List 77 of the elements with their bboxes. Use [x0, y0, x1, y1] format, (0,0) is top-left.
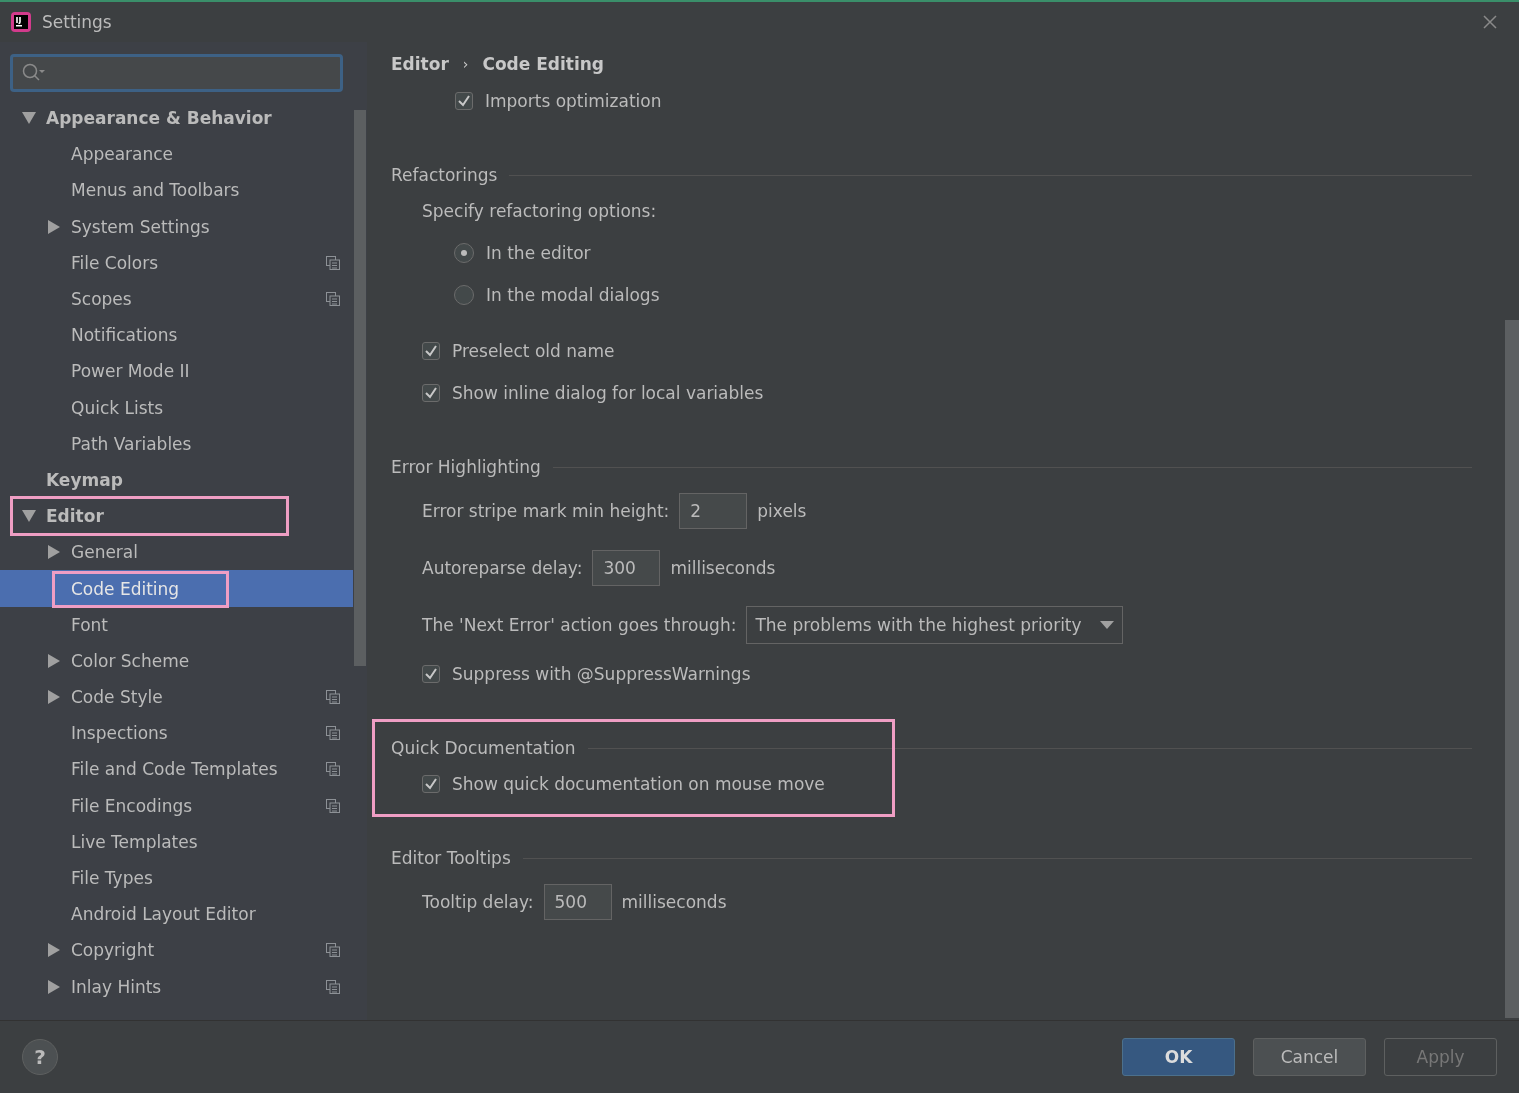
help-button[interactable]: ? — [22, 1039, 58, 1075]
tree-item[interactable]: Menus and Toolbars — [0, 172, 353, 209]
tree-item[interactable]: Android Layout Editor — [0, 896, 353, 933]
checkbox[interactable] — [422, 384, 440, 402]
expanded-arrow-icon[interactable] — [22, 509, 36, 524]
checkbox-label: Imports optimization — [485, 91, 662, 111]
dialog-button[interactable]: OK — [1122, 1038, 1235, 1076]
section-title: Editor Tooltips — [391, 848, 511, 868]
radio-button[interactable] — [454, 243, 474, 263]
radio-label: In the editor — [486, 243, 591, 263]
input-field[interactable]: 500 — [543, 883, 612, 920]
checkbox-label: Show inline dialog for local variables — [452, 383, 764, 403]
checkbox-label: Preselect old name — [452, 341, 615, 361]
tree-item[interactable]: File Colors — [0, 244, 353, 281]
field-label: Error stripe mark min height: — [422, 500, 670, 521]
dialog-button[interactable]: Cancel — [1253, 1038, 1366, 1076]
collapsed-arrow-icon[interactable] — [47, 943, 61, 958]
tree-item[interactable]: File and Code Templates — [0, 751, 353, 788]
tree-item[interactable]: Inspections — [0, 715, 353, 752]
field-label: Autoreparse delay: — [422, 557, 583, 578]
radio-button[interactable] — [454, 285, 474, 305]
input-field[interactable]: 2 — [679, 492, 748, 529]
tree-item[interactable]: Path Variables — [0, 425, 353, 462]
checkbox[interactable] — [422, 342, 440, 360]
tree-item[interactable]: Scopes — [0, 280, 353, 318]
tree-item[interactable]: General — [0, 534, 353, 571]
checkbox[interactable] — [422, 665, 440, 683]
tree-item[interactable]: Font — [0, 606, 353, 643]
tree-item[interactable]: Appearance & Behavior — [0, 100, 353, 137]
collapsed-arrow-icon[interactable] — [47, 545, 61, 560]
dropdown[interactable]: The problems with the highest priority — [746, 605, 1123, 644]
tree-item[interactable]: File Encodings — [0, 787, 353, 824]
tree-item[interactable]: Keymap — [0, 461, 353, 499]
field-label: Tooltip delay: — [422, 891, 534, 912]
tree-item[interactable]: Code Editing — [0, 570, 353, 607]
tree-item[interactable]: Live Templates — [0, 823, 353, 860]
tree-item[interactable]: File Types — [0, 859, 353, 897]
tree-item[interactable]: Inlay Hints — [0, 968, 353, 1005]
expanded-arrow-icon[interactable] — [22, 111, 36, 126]
scrollbar[interactable] — [353, 42, 367, 1020]
search-icon — [21, 63, 47, 83]
breadcrumb-separator: › — [462, 56, 469, 72]
close-icon[interactable] — [1483, 15, 1497, 29]
section-title: Error Highlighting — [391, 457, 541, 477]
tree-item[interactable]: Quick Lists — [0, 389, 353, 426]
breadcrumb-item: Code Editing — [482, 54, 605, 74]
collapsed-arrow-icon[interactable] — [47, 690, 61, 705]
collapsed-arrow-icon[interactable] — [47, 979, 61, 994]
tree-item[interactable]: Power Mode II — [0, 353, 353, 390]
unit-label: pixels — [757, 500, 807, 521]
window-title: Settings — [42, 12, 113, 32]
radio-label: In the modal dialogs — [486, 285, 660, 305]
breadcrumb-item: Editor — [391, 54, 449, 74]
field-label: The 'Next Error' action goes through: — [422, 614, 737, 635]
checkbox-label: Show quick documentation on mouse move — [452, 774, 825, 794]
checkbox[interactable] — [422, 775, 440, 793]
search-field[interactable] — [10, 54, 343, 92]
tree-item[interactable]: System Settings — [0, 208, 353, 245]
checkbox-label: Suppress with @SuppressWarnings — [452, 664, 751, 684]
tree-item[interactable]: Copyright — [0, 932, 353, 969]
checkbox[interactable] — [455, 92, 473, 110]
section-title: Refactorings — [391, 165, 498, 185]
input-field[interactable]: 300 — [592, 549, 661, 586]
scrollbar[interactable] — [1505, 320, 1519, 1018]
option-label: Specify refactoring options: — [422, 200, 658, 223]
tree-item[interactable]: Color Scheme — [0, 642, 353, 679]
collapsed-arrow-icon[interactable] — [47, 219, 61, 234]
tree-item[interactable]: Notifications — [0, 317, 353, 354]
tree-item[interactable]: Code Style — [0, 679, 353, 716]
section-title: Quick Documentation — [391, 738, 576, 758]
dropdown-caret-icon — [1099, 620, 1114, 629]
tree-item[interactable]: Appearance — [0, 136, 353, 173]
unit-label: milliseconds — [621, 891, 727, 912]
tree-item[interactable]: Editor — [0, 498, 353, 535]
unit-label: milliseconds — [670, 557, 776, 578]
app-logo-icon — [10, 11, 32, 33]
collapsed-arrow-icon[interactable] — [47, 653, 61, 668]
